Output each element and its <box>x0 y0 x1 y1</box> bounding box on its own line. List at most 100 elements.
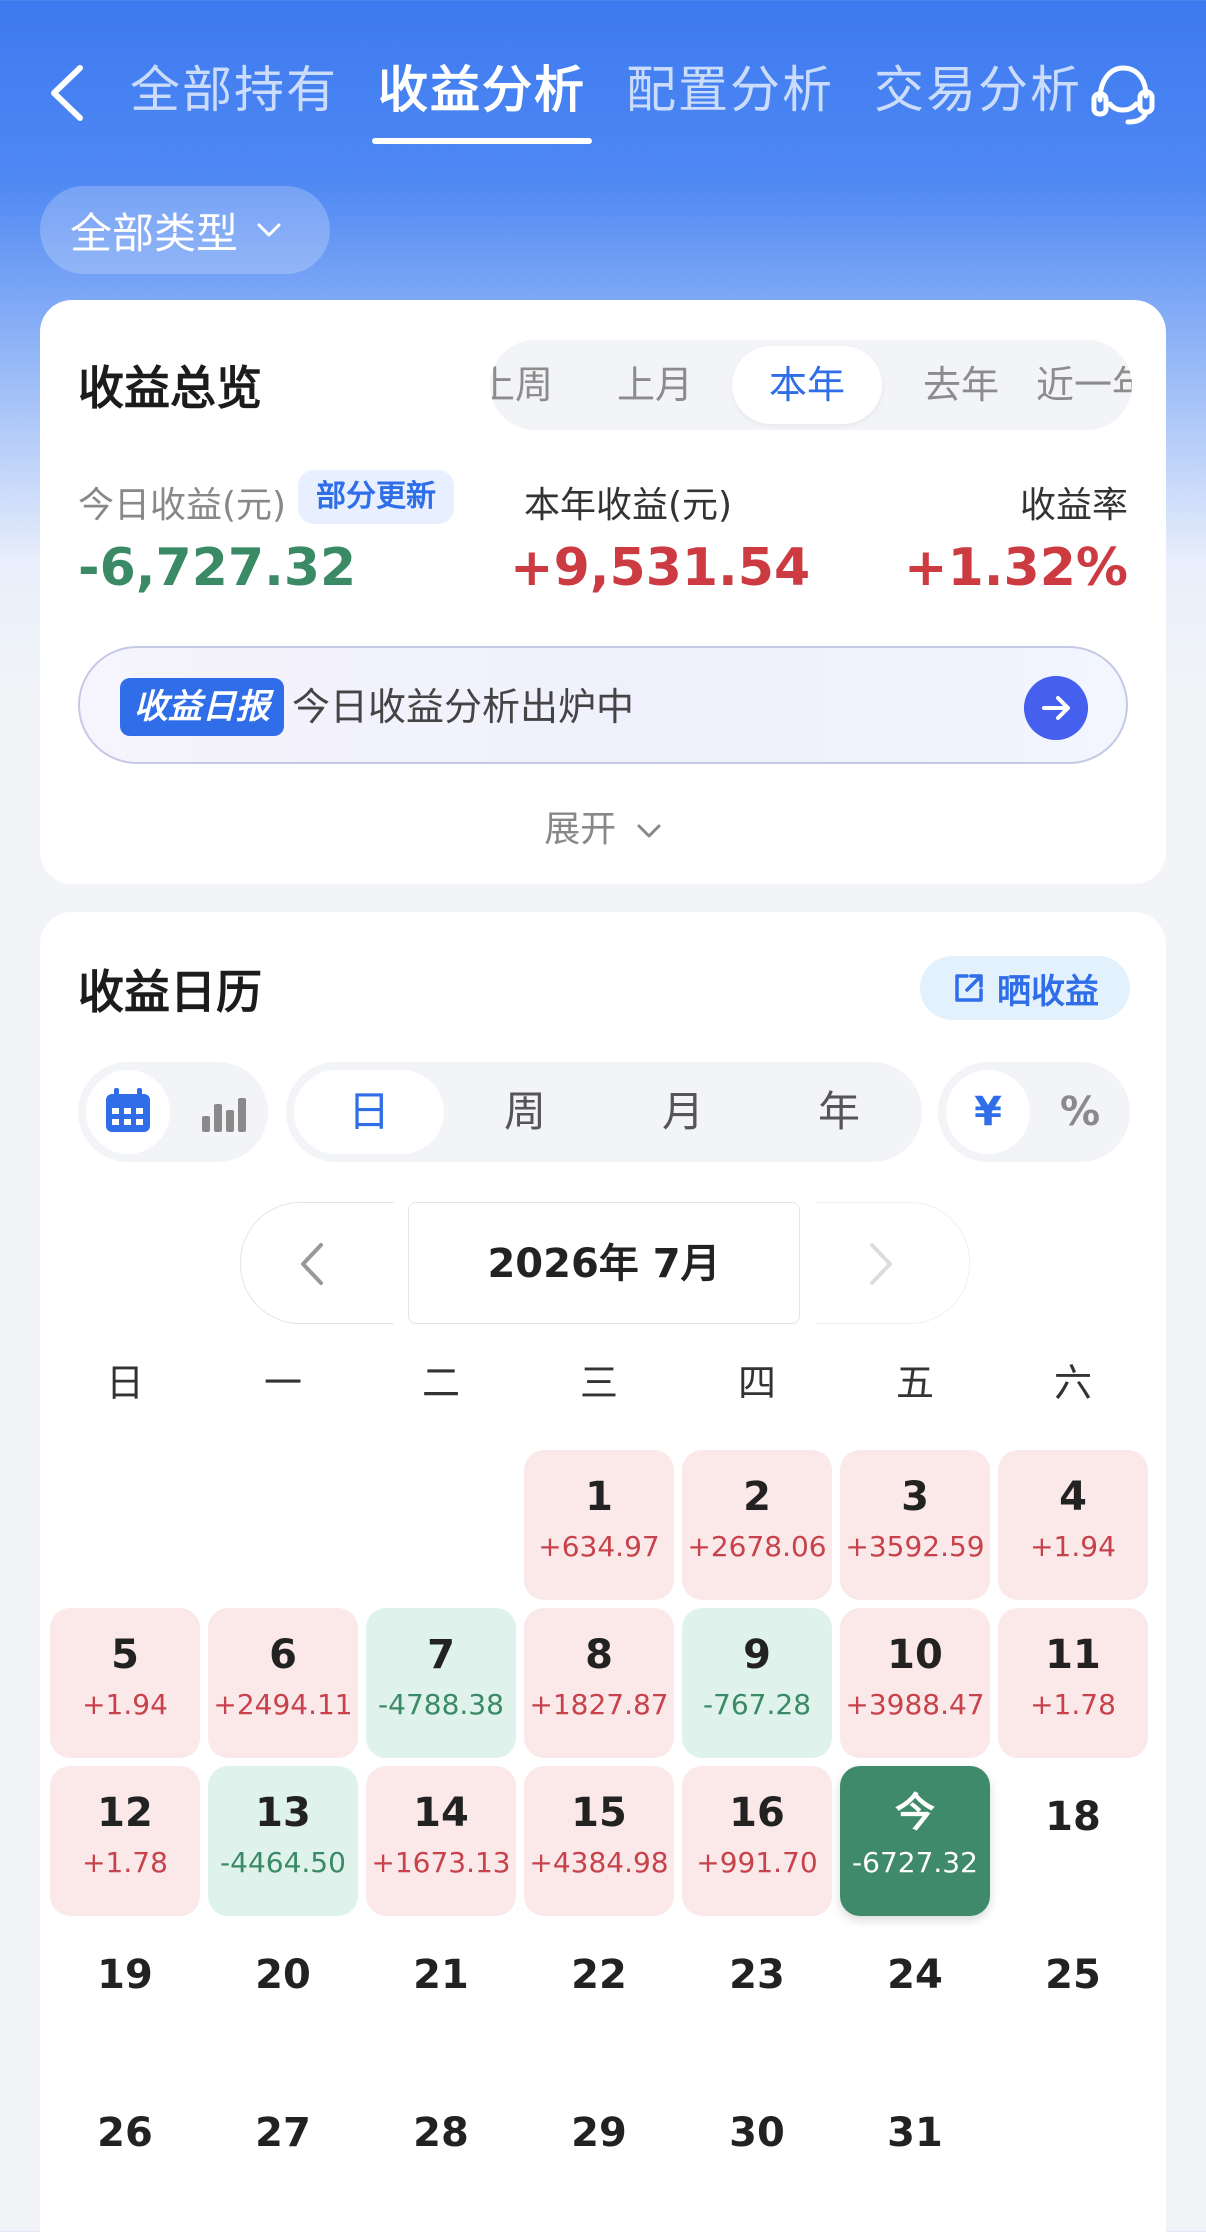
day-number: 24 <box>887 1952 943 1998</box>
day-number: 31 <box>887 2110 943 2156</box>
calendar-day[interactable]: 19 <box>50 1924 200 2074</box>
tab-profit-analysis[interactable]: 收益分析 <box>372 50 592 144</box>
day-number: 22 <box>571 1952 627 1998</box>
weekday-header: 日 一 二 三 四 五 六 <box>50 1352 1156 1432</box>
calendar-day[interactable]: 23 <box>682 1924 832 2074</box>
calendar-day[interactable]: 28 <box>366 2082 516 2232</box>
period-last-month[interactable]: 上月 <box>580 340 730 430</box>
day-number: 12 <box>97 1790 153 1836</box>
calendar-day[interactable]: 15 +4384.98 <box>524 1766 674 1916</box>
chevron-left-icon <box>301 1243 323 1285</box>
prev-month-button[interactable] <box>240 1202 394 1324</box>
calendar-day[interactable]: 21 <box>366 1924 516 2074</box>
weekday-label: 日 <box>105 1361 144 1405</box>
unit-currency[interactable]: ¥ <box>946 1070 1030 1154</box>
calendar-day[interactable]: 18 <box>998 1766 1148 1916</box>
calendar-day[interactable]: 27 <box>208 2082 358 2232</box>
day-profit-value: +3988.47 <box>845 1688 985 1721</box>
day-profit-value: +3592.59 <box>845 1530 985 1563</box>
share-profit-button[interactable]: 晒收益 <box>920 956 1130 1020</box>
calendar-day[interactable]: 20 <box>208 1924 358 2074</box>
day-profit-value: +634.97 <box>538 1530 660 1563</box>
day-number: 7 <box>427 1632 455 1678</box>
calendar-day[interactable]: 25 <box>998 1924 1148 2074</box>
bar-chart-icon[interactable] <box>178 1070 262 1154</box>
share-icon <box>955 974 983 1002</box>
period-selector: 上周 上月 本年 去年 近一年 <box>490 340 1132 430</box>
weekday-label: 六 <box>1053 1361 1092 1405</box>
share-profit-label: 晒收益 <box>997 971 1099 1012</box>
next-month-button[interactable] <box>816 1202 970 1324</box>
calendar-day[interactable]: 14 +1673.13 <box>366 1766 516 1916</box>
granularity-day[interactable]: 日 <box>294 1070 444 1154</box>
day-profit-value: +1673.13 <box>371 1846 511 1879</box>
day-profit-value: +1.94 <box>1030 1530 1116 1563</box>
day-number: 3 <box>901 1474 929 1520</box>
calendar-day-today[interactable]: 今 -6727.32 <box>840 1766 990 1916</box>
chevron-down-icon <box>637 824 661 838</box>
granularity-year[interactable]: 年 <box>764 1062 914 1162</box>
calendar-day[interactable]: 3 +3592.59 <box>840 1450 990 1600</box>
calendar-day[interactable]: 30 <box>682 2082 832 2232</box>
calendar-day[interactable]: 7 -4788.38 <box>366 1608 516 1758</box>
calendar-day[interactable]: 11 +1.78 <box>998 1608 1148 1758</box>
period-last-week[interactable]: 上周 <box>490 340 590 430</box>
customer-service-icon[interactable] <box>1088 60 1158 130</box>
partial-update-badge: 部分更新 <box>298 470 454 524</box>
today-profit-value: -6,727.32 <box>78 538 357 598</box>
calendar-day[interactable]: 22 <box>524 1924 674 2074</box>
year-profit-value: +9,531.54 <box>510 538 811 598</box>
calendar-day[interactable]: 13 -4464.50 <box>208 1766 358 1916</box>
granularity-month[interactable]: 月 <box>608 1062 758 1162</box>
period-last-year[interactable]: 去年 <box>886 340 1036 430</box>
tab-trade-analysis[interactable]: 交易分析 <box>874 50 1082 130</box>
chevron-right-icon <box>870 1243 892 1285</box>
profit-calendar-card: 收益日历 晒收益 日 周 月 年 ¥ % 2026年 7月 日 一 二 三 四 … <box>40 912 1166 2232</box>
calendar-day[interactable]: 10 +3988.47 <box>840 1608 990 1758</box>
day-number: 19 <box>97 1952 153 1998</box>
unit-percent[interactable]: % <box>1038 1062 1122 1162</box>
day-number: 25 <box>1045 1952 1101 1998</box>
type-filter-dropdown[interactable]: 全部类型 <box>40 186 330 274</box>
calendar-day[interactable]: 8 +1827.87 <box>524 1608 674 1758</box>
day-profit-value: -6727.32 <box>852 1846 978 1879</box>
chevron-down-icon <box>257 223 281 237</box>
granularity-week[interactable]: 周 <box>450 1062 600 1162</box>
day-profit-value: -767.28 <box>702 1688 812 1721</box>
calendar-day[interactable]: 9 -767.28 <box>682 1608 832 1758</box>
period-this-year[interactable]: 本年 <box>732 346 882 424</box>
type-filter-label: 全部类型 <box>70 208 239 258</box>
calendar-day[interactable]: 6 +2494.11 <box>208 1608 358 1758</box>
calendar-day[interactable]: 5 +1.94 <box>50 1608 200 1758</box>
calendar-view-button[interactable] <box>86 1070 170 1154</box>
weekday-label: 四 <box>737 1361 776 1405</box>
tab-allocation-analysis[interactable]: 配置分析 <box>626 50 834 130</box>
daily-report-banner[interactable]: 收益日报 今日收益分析出炉中 <box>78 646 1128 764</box>
tab-all-holdings[interactable]: 全部持有 <box>130 50 338 130</box>
day-number: 20 <box>255 1952 311 1998</box>
calendar-day[interactable]: 1 +634.97 <box>524 1450 674 1600</box>
calendar-day[interactable]: 12 +1.78 <box>50 1766 200 1916</box>
calendar-day[interactable]: 4 +1.94 <box>998 1450 1148 1600</box>
expand-button[interactable]: 展开 <box>40 800 1166 852</box>
day-number: 23 <box>729 1952 785 1998</box>
current-month-label: 2026年 7月 <box>408 1202 800 1324</box>
calendar-day[interactable]: 16 +991.70 <box>682 1766 832 1916</box>
weekday-label: 二 <box>421 1361 460 1405</box>
overview-title: 收益总览 <box>78 361 262 415</box>
calendar-icon <box>106 1088 150 1132</box>
back-arrow-icon[interactable] <box>44 60 94 126</box>
calendar-day[interactable]: 26 <box>50 2082 200 2232</box>
profit-overview-card: 收益总览 上周 上月 本年 去年 近一年 今日收益(元) 部分更新 本年收益(元… <box>40 300 1166 884</box>
daily-report-text: 今日收益分析出炉中 <box>292 685 635 729</box>
calendar-day[interactable]: 29 <box>524 2082 674 2232</box>
arrow-right-icon[interactable] <box>1024 676 1088 740</box>
day-number: 5 <box>111 1632 139 1678</box>
calendar-day[interactable]: 31 <box>840 2082 990 2232</box>
period-recent-year[interactable]: 近一年 <box>1036 340 1132 430</box>
calendar-day[interactable]: 24 <box>840 1924 990 2074</box>
day-number: 10 <box>887 1632 943 1678</box>
day-profit-value: -4464.50 <box>220 1846 346 1879</box>
calendar-day[interactable]: 2 +2678.06 <box>682 1450 832 1600</box>
weekday-label: 五 <box>895 1361 934 1405</box>
